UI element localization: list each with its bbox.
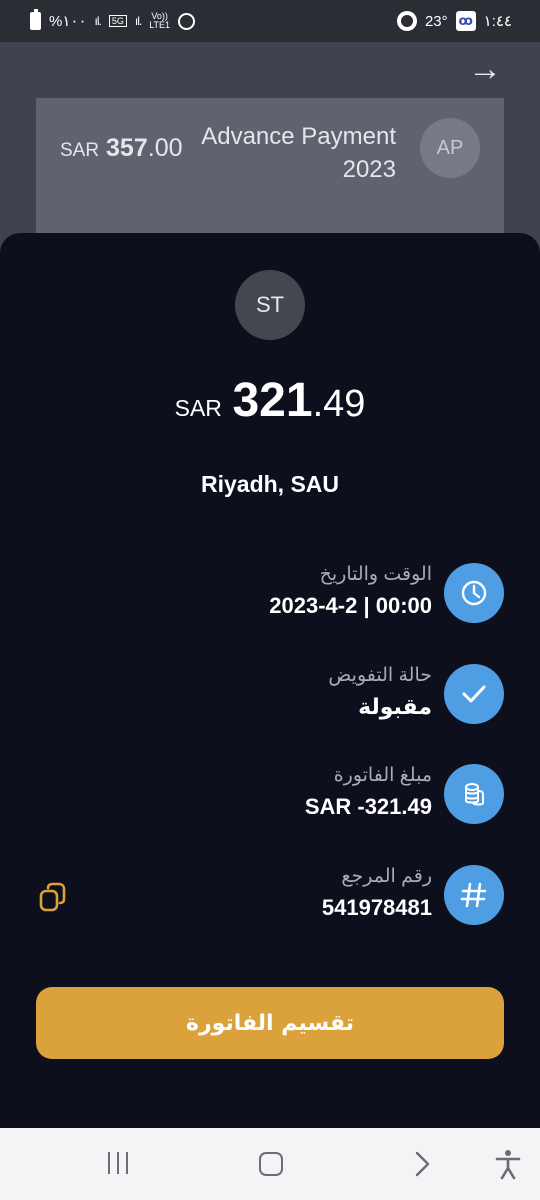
- amount-decimal: .49: [312, 383, 366, 425]
- detail-value: 541978481: [321, 895, 432, 920]
- back-arrow-icon[interactable]: →: [468, 52, 502, 86]
- status-bar: %١٠٠ ıl. 5G ıl. Vo)) LTE1 23° ꝏ ١:٤٤: [0, 0, 540, 42]
- detail-label: حالة التفويض: [328, 665, 432, 686]
- transaction-amount-int: 357: [106, 134, 148, 162]
- network-5g-badge: 5G: [108, 15, 127, 27]
- detail-value: مقبولة: [358, 694, 432, 719]
- alarm-icon: [178, 12, 196, 30]
- volte-bottom: LTE1: [149, 20, 171, 30]
- transaction-currency: SAR: [60, 140, 100, 161]
- transaction-card-advance-payment[interactable]: SAR 357.00 Advance Payment 2023 AP: [36, 98, 504, 248]
- hash-icon: [444, 865, 504, 925]
- transaction-title-line2: 2023: [342, 156, 396, 183]
- clock-time: ١:٤٤: [483, 13, 512, 30]
- merchant-avatar: ST: [235, 270, 305, 340]
- signal-icon-2: ıl.: [134, 14, 142, 28]
- home-icon[interactable]: [259, 1152, 283, 1176]
- transaction-total-amount: SAR 321.49: [0, 373, 540, 428]
- amount-currency: SAR: [174, 395, 222, 421]
- merchant-location: Riyadh, SAU: [200, 471, 340, 497]
- status-left: %١٠٠ ıl. 5G ıl. Vo)) LTE1: [30, 9, 196, 30]
- detail-label: رقم المرجع: [341, 866, 432, 887]
- transaction-amount: SAR 357.00: [60, 134, 183, 163]
- detail-label: الوقت والتاريخ: [319, 564, 432, 585]
- weather-icon: [396, 11, 417, 31]
- transaction-title-line1: Advance Payment: [201, 123, 396, 150]
- amount-integer: 321: [232, 374, 313, 427]
- nav-back-icon[interactable]: [412, 1150, 432, 1183]
- volte-badge: Vo)) LTE1: [149, 12, 170, 30]
- clock-icon: [444, 563, 504, 623]
- detail-row-datetime: الوقت والتاريخ 2023-4-2 | 00:00: [36, 563, 504, 633]
- app-notification-icon: ꝏ: [455, 11, 476, 31]
- detail-row-bill-amount: مبلغ الفاتورة SAR -321.49: [36, 764, 504, 834]
- status-right: 23° ꝏ ١:٤٤: [396, 11, 512, 31]
- copy-icon[interactable]: [38, 881, 68, 913]
- coins-icon: [444, 764, 504, 824]
- signal-icon: ıl.: [94, 14, 102, 28]
- system-nav-bar: [0, 1128, 540, 1200]
- accessibility-icon[interactable]: [494, 1148, 522, 1185]
- split-bill-button[interactable]: تقسيم الفاتورة: [36, 987, 504, 1059]
- detail-value: 2023-4-2 | 00:00: [269, 593, 432, 618]
- temperature: 23°: [424, 12, 448, 30]
- detail-label: مبلغ الفاتورة: [333, 765, 432, 786]
- check-icon: [444, 664, 504, 724]
- transaction-amount-dec: .00: [147, 134, 183, 162]
- battery-icon: [30, 9, 41, 30]
- recent-apps-icon[interactable]: [108, 1152, 128, 1174]
- detail-row-reference: رقم المرجع 541978481: [36, 865, 504, 935]
- transaction-avatar: AP: [420, 118, 480, 178]
- detail-value: SAR -321.49: [304, 794, 432, 819]
- detail-row-authorization: حالة التفويض مقبولة: [36, 664, 504, 734]
- transaction-title: Advance Payment 2023: [201, 120, 396, 186]
- battery-text: %١٠٠: [49, 13, 87, 30]
- transaction-details-sheet: ST SAR 321.49 Riyadh, SAU الوقت والتاريخ…: [0, 233, 540, 1128]
